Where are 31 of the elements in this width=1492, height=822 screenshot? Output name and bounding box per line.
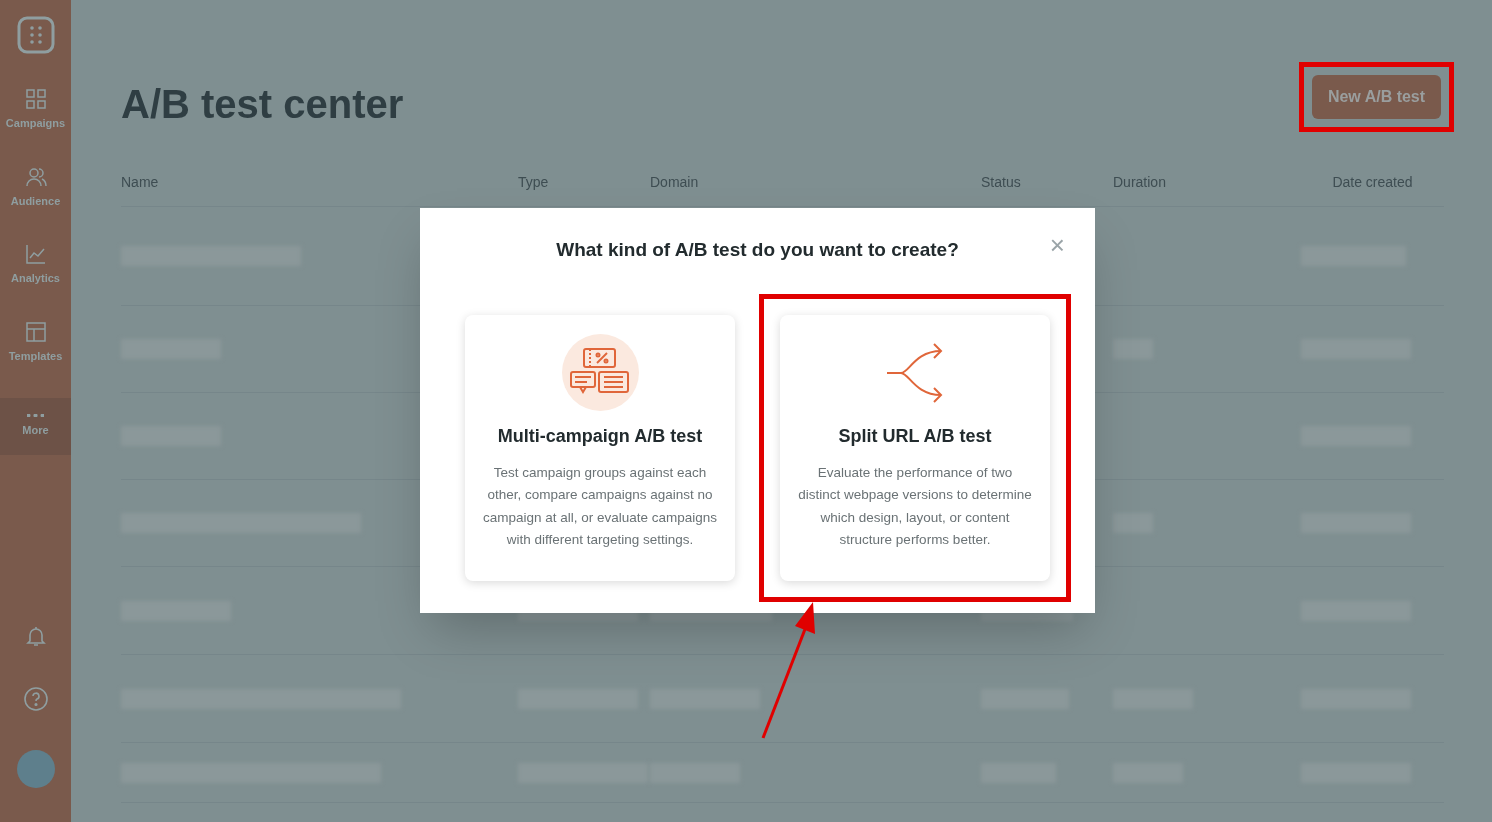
sidebar-item[interactable]: Templates <box>0 314 71 370</box>
grid-icon <box>24 88 47 110</box>
column-header: Date created <box>1332 174 1413 190</box>
column-header: Name <box>121 174 159 190</box>
sidebar-item[interactable]: Analytics <box>0 237 71 293</box>
close-button[interactable]: × <box>1049 232 1065 258</box>
people-icon <box>24 165 47 188</box>
option-title: Split URL A/B test <box>838 424 992 448</box>
coupon-chat-icon <box>561 333 639 411</box>
avatar[interactable] <box>16 750 55 788</box>
column-header: Type <box>518 174 549 190</box>
sidebar-item[interactable]: Campaigns <box>0 82 71 138</box>
sidebar-item[interactable]: Audience <box>0 159 71 215</box>
help-icon[interactable] <box>22 686 49 712</box>
column-header: Status <box>981 174 1021 190</box>
option-card[interactable]: Multi-campaign A/B test Test campaign groups against each other, compare campaigns against no campaign at all, or evaluate campaigns with different targeting settings. <box>465 314 735 581</box>
new-ab-test-button[interactable]: New A/B test <box>1312 75 1441 119</box>
line-chart-icon <box>24 243 47 265</box>
layout-icon <box>24 320 47 343</box>
page-title: A/B test center <box>121 84 404 124</box>
app-logo-icon[interactable] <box>16 16 55 54</box>
more-dots-icon <box>27 414 44 417</box>
option-description: Evaluate the performance of two distinct webpage versions to determine which design, layout, or content structure performs better. <box>797 463 1033 549</box>
bell-icon[interactable] <box>23 624 48 648</box>
sidebar-item[interactable]: More <box>0 398 71 455</box>
column-header: Domain <box>650 174 699 190</box>
option-description: Test campaign groups against each other, compare campaigns against no campaign at all, or evaluate campaigns with different targeting settings. <box>481 463 719 549</box>
option-title: Multi-campaign A/B test <box>497 424 703 448</box>
dialog-title: What kind of A/B test do you want to create? <box>556 238 959 262</box>
option-card[interactable]: Split URL A/B test Evaluate the performance of two distinct webpage versions to determine which design, layout, or content structure performs better. <box>780 314 1050 581</box>
column-header: Duration <box>1113 174 1166 190</box>
